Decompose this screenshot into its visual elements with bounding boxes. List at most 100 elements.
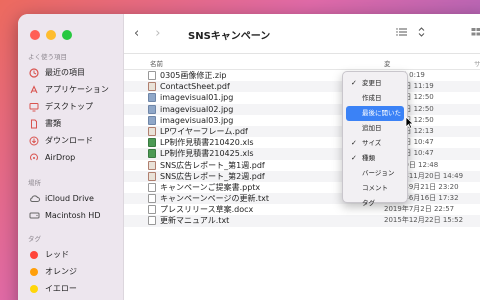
column-header-date[interactable]: 変 — [384, 58, 391, 68]
sidebar-item-applications[interactable]: アプリケーション — [18, 81, 124, 98]
menu-item-label: 変更日 — [362, 79, 382, 87]
checkmark-icon: ✓ — [351, 79, 357, 87]
zoom-window-button[interactable] — [62, 30, 72, 40]
file-name: imagevisual02.jpg — [160, 104, 234, 114]
column-header-name[interactable]: 名前 — [150, 58, 163, 68]
disk-icon — [28, 210, 40, 222]
tags-header: タグ — [28, 235, 41, 243]
window-controls — [30, 30, 72, 40]
locations-section: 場所 iCloud Drive Macintosh HD — [18, 176, 124, 224]
view-options-chevron-icon[interactable] — [418, 27, 425, 40]
file-row[interactable]: 更新マニュアル.txt 2015年12月22日 15:52 — [124, 215, 480, 227]
file-row[interactable]: キャンペーンご提案書.pptx 2018年9月21日 23:20 — [124, 182, 480, 193]
document-file-icon — [148, 194, 156, 204]
airdrop-icon — [28, 152, 40, 164]
spreadsheet-file-icon — [148, 138, 156, 148]
file-name: キャンペーンページの更新.txt — [160, 194, 269, 204]
minimize-window-button[interactable] — [46, 30, 56, 40]
clock-icon — [28, 67, 40, 79]
menu-item-version[interactable]: バージョン — [346, 166, 404, 181]
file-row[interactable]: SNS広告レポート_第1週.pdf 11月20日 12:48 — [124, 160, 480, 171]
favorites-header: よく使う項目 — [28, 53, 67, 61]
checkmark-icon: ✓ — [351, 154, 357, 162]
menu-item-kind[interactable]: ✓ 種類 — [346, 151, 404, 166]
file-row[interactable]: LP制作見積書210425.xls 6月25日 10:47 — [124, 148, 480, 160]
sidebar-item-label: 書類 — [45, 119, 61, 128]
group-by-icon[interactable] — [471, 27, 480, 40]
file-date: 2015年12月22日 15:52 — [384, 216, 464, 225]
close-window-button[interactable] — [30, 30, 40, 40]
tag-color-dot — [30, 250, 38, 259]
file-row[interactable]: プレスリリース草案.docx 2019年7月2日 22:57 — [124, 204, 480, 215]
sidebar-item-documents[interactable]: 書類 — [18, 115, 124, 132]
column-header-row: 名前 変 サイ — [124, 54, 480, 70]
navigation-buttons: ‹ › — [134, 26, 160, 41]
menu-item-label: 作成日 — [362, 94, 382, 102]
apps-icon — [28, 84, 40, 96]
file-row[interactable]: キャンペーンページの更新.txt 2014年6月16日 17:32 — [124, 193, 480, 205]
forward-button[interactable]: › — [155, 26, 160, 41]
menu-item-date-created[interactable]: 作成日 — [346, 91, 404, 106]
menu-item-date-added[interactable]: 追加日 — [346, 121, 404, 136]
sidebar-item-downloads[interactable]: ダウンロード — [18, 132, 124, 149]
menu-item-date-modified[interactable]: ✓ 変更日 — [346, 76, 404, 91]
document-icon — [28, 118, 40, 130]
menu-item-label: バージョン — [362, 169, 395, 177]
image-file-icon — [148, 115, 156, 125]
menu-item-label: 追加日 — [362, 124, 382, 132]
pdf-file-icon — [148, 160, 156, 170]
finder-window: よく使う項目 最近の項目 アプリケーション デスクトップ 書類 ダウンロード A… — [18, 14, 480, 300]
sidebar-item-airdrop[interactable]: AirDrop — [18, 149, 124, 166]
favorites-section: よく使う項目 最近の項目 アプリケーション デスクトップ 書類 ダウンロード A… — [18, 50, 124, 166]
sidebar-item-label: iCloud Drive — [45, 194, 94, 203]
menu-item-label: タグ — [362, 199, 375, 207]
menu-item-tags[interactable]: タグ — [346, 196, 404, 211]
menu-item-comments[interactable]: コメント — [346, 181, 404, 196]
sidebar-tag-red[interactable]: レッド — [18, 246, 124, 263]
file-row[interactable]: LP制作見積書210420.xls 6月25日 10:47 — [124, 137, 480, 148]
sidebar-item-label: デスクトップ — [45, 102, 93, 111]
file-row[interactable]: ContactSheet.pdf 2月24日 11:19 — [124, 81, 480, 93]
toolbar: ‹ › SNSキャンペーン — [124, 14, 480, 54]
file-row[interactable]: LPワイヤーフレーム.pdf 3月10日 12:13 — [124, 125, 480, 138]
file-name: SNS広告レポート_第1週.pdf — [160, 160, 265, 170]
cloud-icon — [28, 193, 40, 205]
file-row[interactable]: imagevisual01.jpg 1月14日 12:50 — [124, 92, 480, 103]
file-row[interactable]: imagevisual02.jpg 1月14日 12:50 — [124, 103, 480, 115]
file-row[interactable]: SNS広告レポート_第2週.pdf 2020年11月20日 14:49 — [124, 170, 480, 182]
list-view-icon[interactable] — [396, 27, 408, 40]
pdf-file-icon — [148, 82, 156, 92]
sidebar-item-label: AirDrop — [45, 153, 76, 162]
column-context-menu: ✓ 変更日 作成日 最後に開いた日 追加日 ✓ サイズ ✓ 種類 バージョン コメント… — [342, 71, 408, 207]
desktop-icon — [28, 101, 40, 113]
sidebar-tag-orange[interactable]: オレンジ — [18, 263, 124, 280]
menu-item-date-last-opened[interactable]: 最後に開いた日 — [346, 106, 404, 132]
mouse-pointer-icon — [405, 114, 414, 133]
file-name: 更新マニュアル.txt — [160, 216, 230, 226]
locations-header: 場所 — [28, 179, 41, 187]
file-name: LP制作見積書210425.xls — [160, 149, 254, 159]
column-header-size[interactable]: サイ — [474, 58, 480, 68]
file-name: ContactSheet.pdf — [160, 82, 230, 92]
sidebar-item-label: イエロー — [45, 284, 77, 293]
file-name: SNS広告レポート_第2週.pdf — [160, 171, 265, 181]
document-file-icon — [148, 216, 156, 226]
sidebar: よく使う項目 最近の項目 アプリケーション デスクトップ 書類 ダウンロード A… — [18, 14, 124, 300]
file-row[interactable]: imagevisual03.jpg1月14日 12:50 — [124, 115, 480, 126]
checkmark-icon: ✓ — [351, 139, 357, 147]
back-button[interactable]: ‹ — [134, 26, 139, 41]
menu-item-size[interactable]: ✓ サイズ — [346, 136, 404, 151]
window-title: SNSキャンペーン — [188, 31, 271, 42]
sidebar-tag-yellow[interactable]: イエロー — [18, 280, 124, 297]
sidebar-item-label: Macintosh HD — [45, 211, 101, 220]
menu-item-label: コメント — [362, 184, 388, 192]
sidebar-item-recents[interactable]: 最近の項目 — [18, 64, 124, 81]
image-file-icon — [148, 93, 156, 103]
file-row[interactable]: 0305画像修正.zip3月6日 0:19 — [124, 70, 480, 81]
sidebar-item-label: 最近の項目 — [45, 68, 85, 77]
tags-section: タグ レッド オレンジ イエロー — [18, 232, 124, 297]
download-icon — [28, 135, 40, 147]
sidebar-item-desktop[interactable]: デスクトップ — [18, 98, 124, 115]
sidebar-item-macintosh-hd[interactable]: Macintosh HD — [18, 207, 124, 224]
sidebar-item-icloud[interactable]: iCloud Drive — [18, 190, 124, 207]
